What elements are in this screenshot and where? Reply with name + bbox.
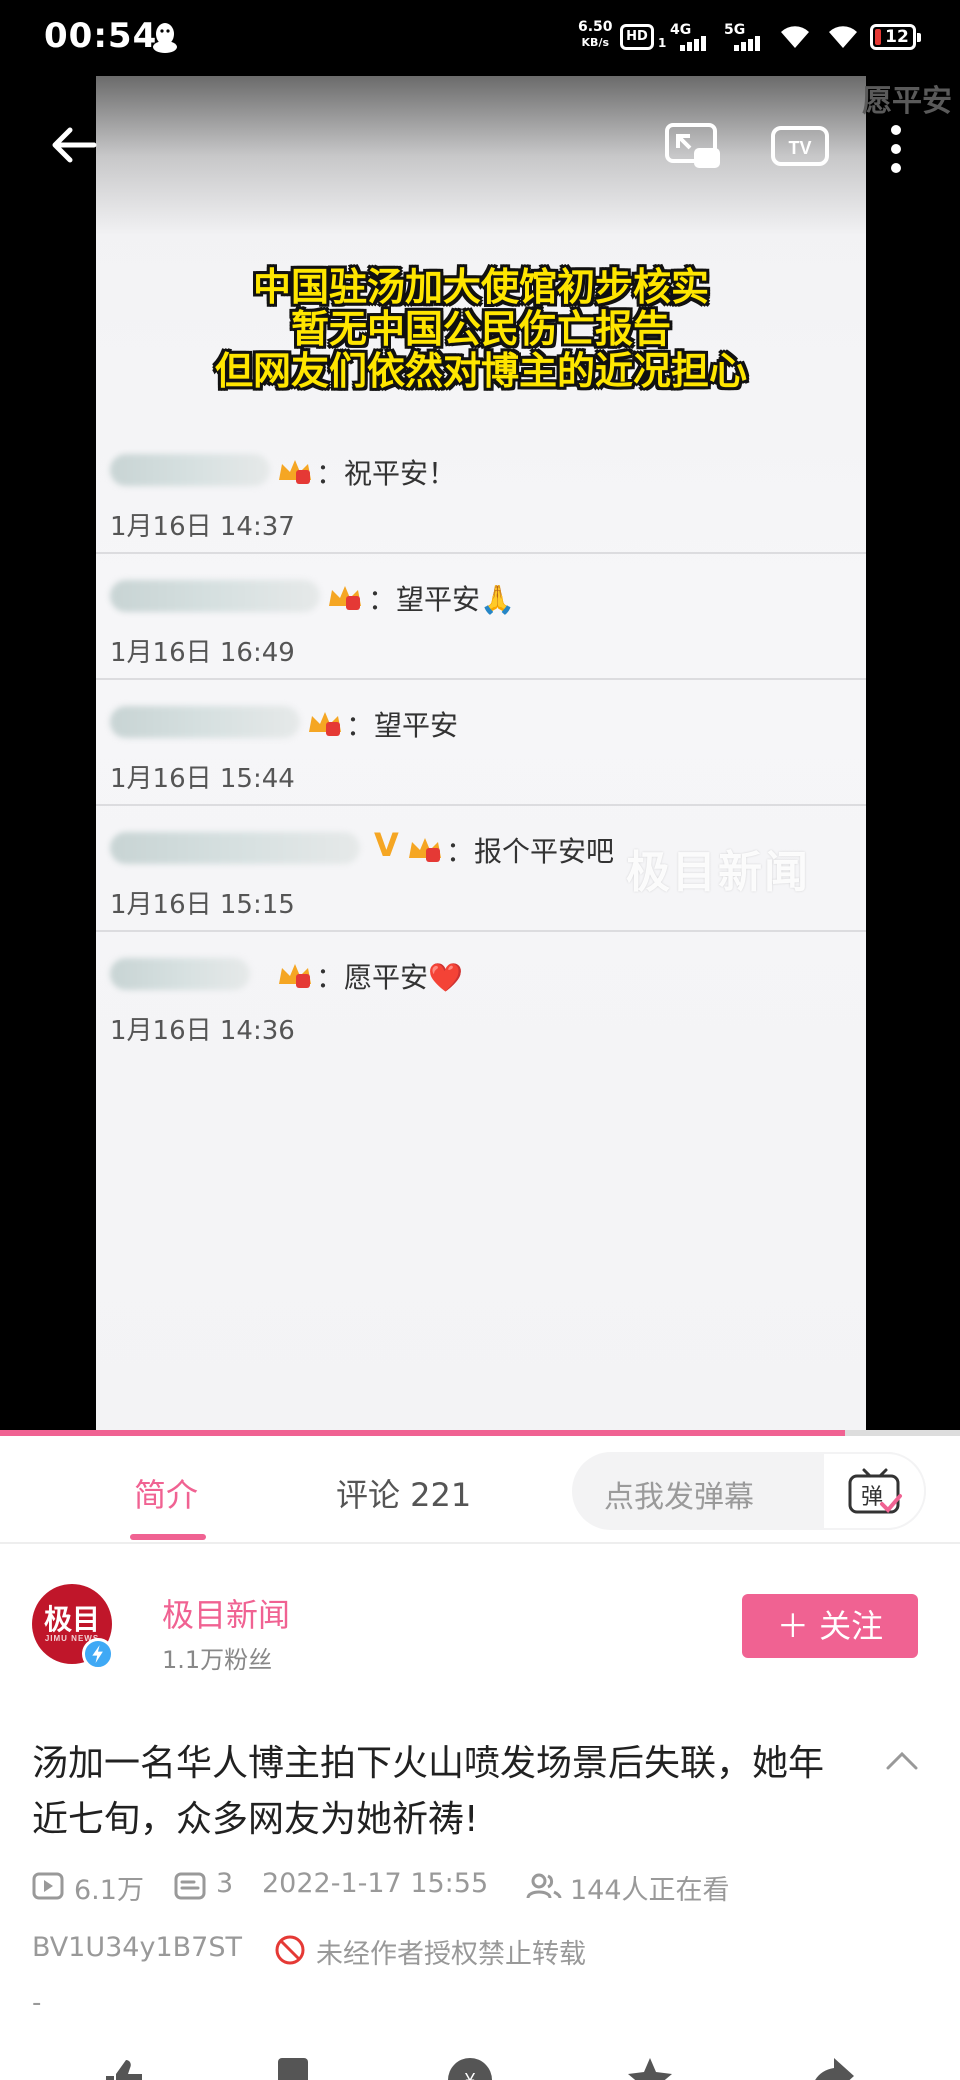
publish-date: 2022-1-17 15:55	[262, 1868, 489, 1899]
svg-text:TV: TV	[788, 138, 811, 158]
video-overlay-title: 中国驻汤加大使馆初步核实 暂无中国公民伤亡报告 但网友们依然对博主的近况担心	[96, 266, 866, 392]
screen-comment-row: ：望平安 1月16日 15:44	[96, 680, 866, 806]
status-time: 00:54	[44, 16, 158, 56]
qq-penguin-icon	[153, 23, 177, 53]
video-title: 汤加一名华人博主拍下火山喷发场景后失联，她年近七旬，众多网友为她祈祷!	[32, 1743, 825, 1840]
hd-label: HD	[626, 29, 648, 44]
uploader-fans: 1.1万粉丝	[162, 1646, 273, 1674]
signal-5g-icon	[734, 32, 762, 51]
back-arrow-icon[interactable]	[48, 120, 98, 170]
mini-window-icon[interactable]	[664, 122, 722, 170]
danmaku-btn-label: 弹	[861, 1485, 883, 1510]
net-speed-value: 6.50	[578, 19, 613, 35]
chevron-up-icon[interactable]	[882, 1746, 922, 1776]
wifi-icon	[781, 26, 809, 48]
tab-comments[interactable]: 评论 221	[336, 1470, 471, 1516]
bvid-row: BV1U34y1B7ST 未经作者授权禁止转载	[32, 1932, 932, 1970]
screen-comment-text: ：祝平安！	[316, 457, 457, 490]
no-repost-icon	[275, 1935, 305, 1965]
screen-comment-text: ：报个平安吧	[446, 835, 615, 868]
overlay-line-1: 中国驻汤加大使馆初步核实	[252, 265, 709, 309]
screen-comment-text: ：愿平安❤️	[316, 961, 463, 994]
svg-text:¥: ¥	[464, 2070, 476, 2080]
watching-count: 144人正在看	[570, 1875, 730, 1906]
level-badge-icon	[279, 964, 311, 988]
bvid[interactable]: BV1U34y1B7ST	[32, 1932, 242, 1963]
tv-cast-icon[interactable]: TV	[770, 122, 830, 170]
danmaku-count-icon	[174, 1872, 206, 1900]
status-bar: 00:54 6.50 KB/s HD 1 4G 5G 12	[0, 0, 960, 76]
share-icon[interactable]	[808, 2056, 856, 2080]
description-placeholder: -	[32, 1988, 42, 2018]
screen-comment-time: 1月16日 14:37	[110, 512, 295, 542]
screen-comment-row: ：愿平安❤️ 1月16日 14:36	[96, 932, 866, 1058]
screen-comment-time: 1月16日 15:15	[110, 890, 295, 920]
video-watermark: 极目新闻	[626, 847, 810, 898]
screen-comment-row: ：望平安🙏 1月16日 16:49	[96, 554, 866, 680]
battery-level: 12	[885, 27, 909, 47]
uploader-name[interactable]: 极目新闻	[162, 1590, 290, 1636]
overlay-line-3: 但网友们依然对博主的近况担心	[214, 349, 747, 393]
detail-tabs: 简介 评论 221 点我发弹幕 弹	[0, 1436, 960, 1544]
copyright-notice: 未经作者授权禁止转载	[316, 1939, 586, 1970]
danmaku-count: 3	[216, 1868, 234, 1899]
danmaku-placeholder: 点我发弹幕	[604, 1480, 754, 1515]
screen-comment-time: 1月16日 14:36	[110, 1016, 295, 1046]
avatar-text: 极目	[43, 1603, 100, 1636]
play-count: 6.1万	[74, 1875, 144, 1906]
dislike-icon[interactable]	[270, 2056, 318, 2080]
screen-comment-time: 1月16日 16:49	[110, 638, 295, 668]
tab-intro[interactable]: 简介	[134, 1470, 198, 1516]
video-player[interactable]: 中国驻汤加大使馆初步核实 暂无中国公民伤亡报告 但网友们依然对博主的近况担心 ：…	[0, 76, 960, 1436]
level-badge-icon	[329, 586, 361, 610]
video-top-controls: TV	[0, 76, 960, 236]
net-speed: 6.50 KB/s	[578, 20, 613, 50]
play-count-icon	[32, 1872, 64, 1900]
favorite-star-icon[interactable]	[626, 2056, 674, 2080]
net-speed-unit: KB/s	[581, 36, 610, 49]
screen-comment-time: 1月16日 15:44	[110, 764, 295, 794]
level-badge-icon	[309, 712, 341, 736]
video-frame: 中国驻汤加大使馆初步核实 暂无中国公民伤亡报告 但网友们依然对博主的近况担心 ：…	[96, 76, 866, 1436]
more-menu-icon[interactable]	[888, 124, 904, 174]
video-meta: 6.1万 3 2022-1-17 15:55 144人正在看	[32, 1868, 932, 1906]
like-icon[interactable]	[100, 2056, 148, 2080]
level-badge-icon	[279, 460, 311, 484]
screen-comment-row: ：祝平安！ 1月16日 14:37	[96, 428, 866, 554]
battery-icon: 12	[870, 24, 921, 50]
tab-active-indicator	[130, 1534, 206, 1540]
viewers-icon	[526, 1873, 562, 1899]
hd-voice-icon: HD	[620, 24, 654, 50]
vip-v-icon: V	[374, 826, 399, 864]
coin-icon[interactable]: ¥	[446, 2056, 494, 2080]
video-screen-comments: ：祝平安！ 1月16日 14:37 ：望平安🙏 1月16日 16:49 ：望平安…	[96, 428, 866, 1058]
action-bar-partial: ¥	[0, 2046, 960, 2080]
verified-lightning-icon	[82, 1638, 114, 1670]
screen-comment-text: ：望平安🙏	[368, 583, 515, 616]
danmaku-settings-button[interactable]: 弹	[822, 1452, 926, 1530]
danmaku-input[interactable]: 点我发弹幕 弹	[572, 1452, 926, 1530]
danmaku-toggle-icon: 弹	[848, 1468, 902, 1514]
level-badge-icon	[409, 838, 441, 862]
follow-button[interactable]: ＋ 关注	[742, 1594, 918, 1658]
hd-sub: 1	[658, 36, 667, 50]
wifi-2-icon	[829, 26, 857, 48]
signal-4g-icon	[680, 32, 708, 51]
overlay-line-2: 暂无中国公民伤亡报告	[290, 307, 671, 351]
screen-comment-text: ：望平安	[346, 709, 459, 742]
uploader-card: 极目 JIMU NEWS 极目新闻 1.1万粉丝 ＋ 关注	[0, 1546, 960, 1706]
